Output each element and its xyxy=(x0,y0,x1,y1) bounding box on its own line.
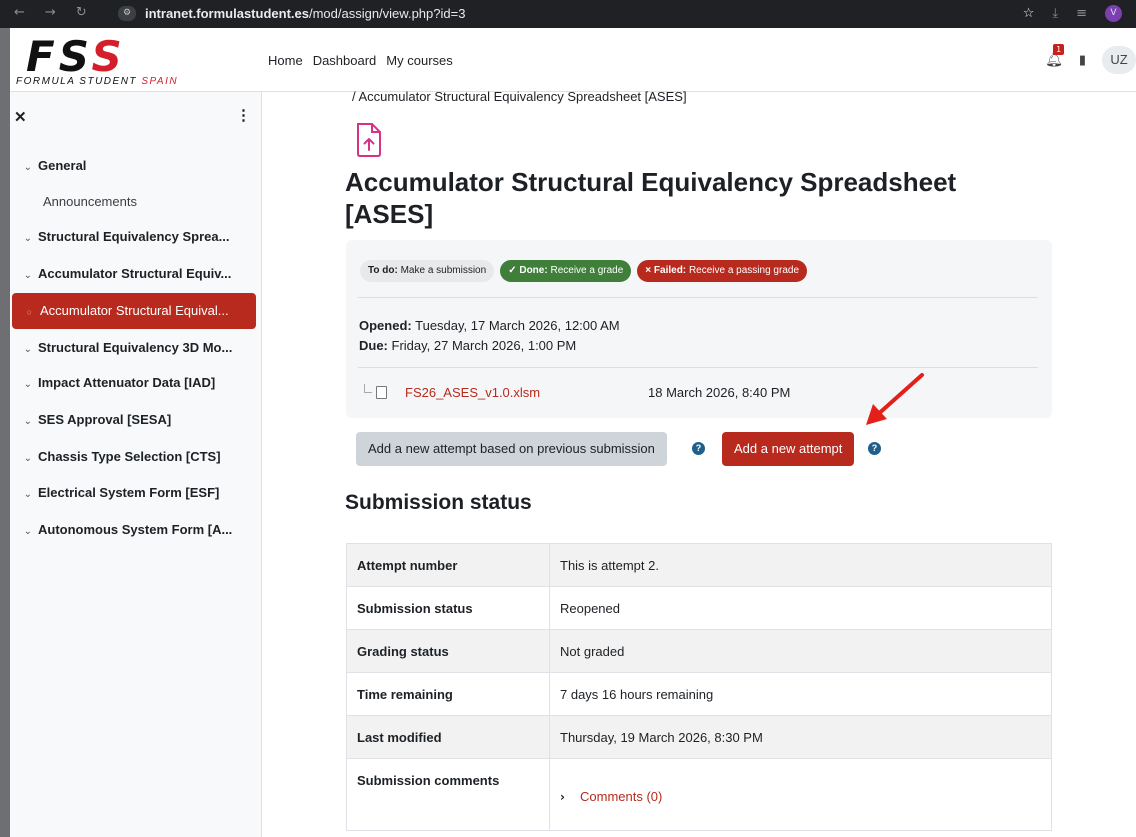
chevron-down-icon: ⌄ xyxy=(23,233,32,244)
comments-link[interactable]: Comments (0) xyxy=(580,789,662,804)
course-index-drawer: ✕ ⋮ ⌄ General Announcements ⌄ Structural E… xyxy=(10,92,262,837)
row-value: › Comments (0) xyxy=(549,758,1052,831)
sidebar-section-chassis-type[interactable]: ⌄ Chassis Type Selection [CTS] xyxy=(10,443,262,471)
failed-badge: × Failed: Receive a passing grade xyxy=(637,260,808,282)
sidebar-section-structural-equivalency-spreadsheet[interactable]: ⌄ Structural Equivalency Sprea... xyxy=(10,223,262,251)
row-label: Time remaining xyxy=(346,672,550,716)
user-avatar[interactable]: UZ xyxy=(1102,46,1136,74)
bookmark-star-icon[interactable]: ☆ xyxy=(1023,6,1035,21)
sidebar-item-announcements[interactable]: Announcements xyxy=(10,188,262,216)
download-icon[interactable]: ⤓ xyxy=(1052,6,1058,21)
chevron-right-icon: › xyxy=(560,790,565,804)
site-settings-icon[interactable]: ⚙ xyxy=(118,6,136,21)
row-value: This is attempt 2. xyxy=(549,543,1052,587)
row-value: Reopened xyxy=(549,586,1052,630)
sidebar-item-accumulator-active[interactable]: ○ Accumulator Structural Equival... xyxy=(12,293,256,329)
logo-mark: FSS xyxy=(26,32,126,81)
close-drawer-icon[interactable]: ✕ xyxy=(14,108,27,126)
completion-badges: To do: Make a submission ✓ Done: Receive… xyxy=(360,260,808,282)
browser-toolbar: ← → ↻ ⚙ intranet.formulastudent.es/mod/a… xyxy=(0,0,1136,28)
logo-subtitle: FORMULA STUDENT SPAIN xyxy=(16,76,179,87)
sidebar-section-ses-approval[interactable]: ⌄ SES Approval [SESA] xyxy=(10,406,262,434)
activity-dates: Opened: Tuesday, 17 March 2026, 12:00 AM… xyxy=(359,316,620,356)
chevron-down-icon: ⌄ xyxy=(23,162,32,173)
chevron-down-icon: ⌄ xyxy=(23,489,32,500)
assignment-upload-icon xyxy=(357,123,381,157)
drawer-options-icon[interactable]: ⋮ xyxy=(236,106,251,124)
nav-dashboard[interactable]: Dashboard xyxy=(313,53,377,68)
chevron-down-icon: ⌄ xyxy=(23,453,32,464)
table-row: Last modified Thursday, 19 March 2026, 8… xyxy=(346,715,1052,759)
add-new-attempt-button[interactable]: Add a new attempt xyxy=(722,432,855,466)
chevron-down-icon: ⌄ xyxy=(23,344,32,355)
divider xyxy=(358,367,1038,368)
circle-icon: ○ xyxy=(26,307,32,317)
url-path: /mod/assign/view.php?id=3 xyxy=(308,6,466,21)
table-row: Submission comments › Comments (0) xyxy=(346,758,1052,831)
row-label: Attempt number xyxy=(346,543,550,587)
notifications-bell-icon[interactable]: 🔔︎ 1 xyxy=(1045,44,1065,68)
chevron-down-icon: ⌄ xyxy=(23,416,32,427)
table-row: Grading status Not graded xyxy=(346,629,1052,673)
notification-count-badge: 1 xyxy=(1053,44,1065,55)
sidebar-section-autonomous-system[interactable]: ⌄ Autonomous System Form [A... xyxy=(10,516,262,544)
file-icon xyxy=(376,386,387,399)
sidebar-section-impact-attenuator[interactable]: ⌄ Impact Attenuator Data [IAD] xyxy=(10,369,262,397)
todo-badge: To do: Make a submission xyxy=(360,260,495,282)
sidebar-section-electrical-system[interactable]: ⌄ Electrical System Form [ESF] xyxy=(10,479,262,507)
help-icon[interactable]: ? xyxy=(692,442,705,455)
breadcrumb: / Accumulator Structural Equivalency Spr… xyxy=(352,89,687,104)
add-attempt-from-previous-button[interactable]: Add a new attempt based on previous subm… xyxy=(356,432,667,466)
nav-my-courses[interactable]: My courses xyxy=(386,53,452,68)
chevron-down-icon: ⌄ xyxy=(23,526,32,537)
page-title: Accumulator Structural Equivalency Sprea… xyxy=(345,167,957,229)
window-edge xyxy=(0,28,10,837)
sidebar-section-structural-3d[interactable]: ⌄ Structural Equivalency 3D Mo... xyxy=(10,334,262,362)
due-date: Due: Friday, 27 March 2026, 1:00 PM xyxy=(359,338,577,353)
browser-nav: ← → ↻ xyxy=(14,5,87,20)
row-label: Last modified xyxy=(346,715,550,759)
browser-actions: ☆ ⤓ ≡ V xyxy=(1023,5,1122,22)
help-icon[interactable]: ? xyxy=(868,442,881,455)
browser-profile-avatar[interactable]: V xyxy=(1105,5,1122,22)
user-menu-area: 🔔︎ 1 ▮ UZ xyxy=(1045,44,1136,74)
nav-home[interactable]: Home xyxy=(268,53,303,68)
opened-date: Opened: Tuesday, 17 March 2026, 12:00 AM xyxy=(359,318,620,333)
row-value: Not graded xyxy=(549,629,1052,673)
chevron-down-icon: ⌄ xyxy=(23,379,32,390)
url-host: intranet.formulastudent.es xyxy=(145,6,309,21)
chevron-down-icon: ⌄ xyxy=(23,270,32,281)
submission-status-table: Attempt number This is attempt 2. Submis… xyxy=(346,543,1052,831)
site-logo[interactable]: FSS FORMULA STUDENT SPAIN xyxy=(16,36,246,88)
row-label: Submission comments xyxy=(346,758,550,831)
row-label: Submission status xyxy=(346,586,550,630)
sidebar-section-general[interactable]: ⌄ General xyxy=(10,152,262,180)
reading-list-icon[interactable]: ≡ xyxy=(1076,6,1087,21)
site-navbar: FSS FORMULA STUDENT SPAIN Home Dashboard… xyxy=(10,28,1136,92)
address-bar[interactable]: intranet.formulastudent.es/mod/assign/vi… xyxy=(145,6,465,21)
row-label: Grading status xyxy=(346,629,550,673)
done-badge: ✓ Done: Receive a grade xyxy=(500,260,632,282)
row-value: 7 days 16 hours remaining xyxy=(549,672,1052,716)
table-row: Submission status Reopened xyxy=(346,586,1052,630)
table-row: Attempt number This is attempt 2. xyxy=(346,543,1052,587)
submission-status-heading: Submission status xyxy=(345,491,532,514)
comments-toggle[interactable]: › Comments (0) xyxy=(560,789,662,804)
tree-connector-icon xyxy=(364,384,372,393)
activity-information-box: To do: Make a submission ✓ Done: Receive… xyxy=(346,240,1052,418)
sidebar-section-accumulator-structural[interactable]: ⌄ Accumulator Structural Equiv... xyxy=(10,260,262,288)
back-icon[interactable]: ← xyxy=(14,5,25,20)
messages-chat-icon[interactable]: ▮ xyxy=(1079,53,1086,68)
divider xyxy=(358,297,1038,298)
row-value: Thursday, 19 March 2026, 8:30 PM xyxy=(549,715,1052,759)
attached-file-date: 18 March 2026, 8:40 PM xyxy=(648,385,791,400)
red-annotation-arrow-icon xyxy=(866,373,924,425)
forward-icon[interactable]: → xyxy=(45,5,56,20)
table-row: Time remaining 7 days 16 hours remaining xyxy=(346,672,1052,716)
attached-file-link[interactable]: FS26_ASES_v1.0.xlsm xyxy=(405,385,540,400)
primary-navigation: Home Dashboard My courses xyxy=(268,53,453,68)
reload-icon[interactable]: ↻ xyxy=(76,5,87,20)
